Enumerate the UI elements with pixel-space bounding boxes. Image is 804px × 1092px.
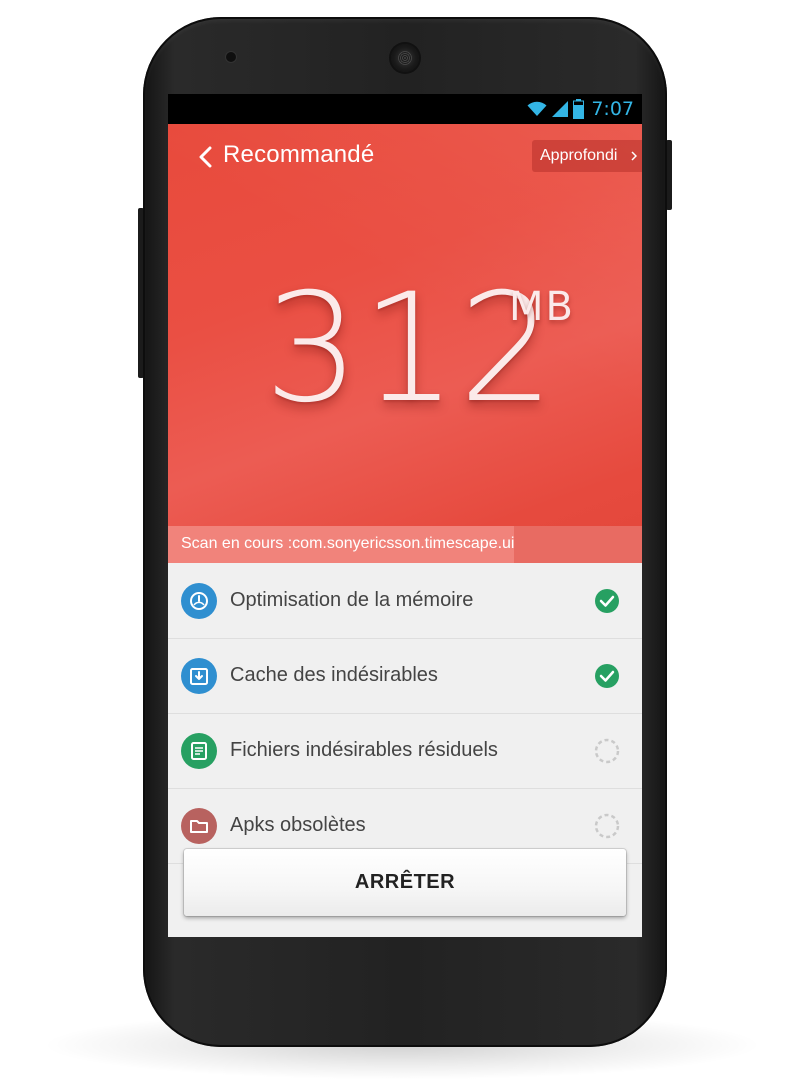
- list-item-memory[interactable]: Optimisation de la mémoire: [168, 563, 642, 639]
- scan-status-text: Scan en cours :com.sonyericsson.timescap…: [181, 535, 515, 552]
- status-bar: 7:07: [168, 94, 642, 124]
- list-item-cache[interactable]: Cache des indésirables: [168, 638, 642, 714]
- residual-files-icon: [181, 733, 217, 769]
- junk-size-display: 312 MB: [168, 274, 642, 424]
- check-icon: [595, 664, 619, 688]
- wifi-icon: [527, 101, 547, 116]
- list-item-label: Optimisation de la mémoire: [230, 589, 474, 611]
- earpiece-speaker: [391, 44, 419, 72]
- approfondi-label: Approfondi: [540, 147, 618, 164]
- scan-progress-bar: Scan en cours :com.sonyericsson.timescap…: [168, 526, 642, 563]
- list-item-label: Cache des indésirables: [230, 664, 438, 686]
- list-item-label: Apks obsolètes: [230, 814, 366, 836]
- approfondi-button[interactable]: Approfondi: [532, 140, 642, 172]
- app-header: Recommandé Approfondi: [168, 124, 642, 188]
- proximity-sensor: [226, 52, 236, 62]
- memory-gauge-icon: [181, 583, 217, 619]
- back-chevron-icon[interactable]: [196, 146, 216, 168]
- signal-icon: [552, 101, 569, 117]
- phone-screen: 7:07 Recommandé Approfondi 312 MB Scan e…: [168, 94, 642, 937]
- stop-button-label: ARRÊTER: [354, 871, 456, 893]
- scan-hero: Recommandé Approfondi 312 MB Scan en cou…: [168, 124, 642, 563]
- cache-download-icon: [181, 658, 217, 694]
- list-item-residual[interactable]: Fichiers indésirables résiduels: [168, 713, 642, 789]
- stop-button[interactable]: ARRÊTER: [184, 849, 626, 916]
- list-item-label: Fichiers indésirables résiduels: [230, 739, 498, 761]
- junk-size-unit: MB: [509, 284, 575, 330]
- folder-icon: [181, 808, 217, 844]
- page-title: Recommandé: [223, 141, 375, 168]
- battery-icon: [573, 99, 585, 119]
- loading-spinner-icon: [594, 738, 620, 764]
- loading-spinner-icon: [594, 813, 620, 839]
- chevron-right-icon: [631, 151, 637, 161]
- check-icon: [595, 589, 619, 613]
- status-time: 7:07: [591, 98, 634, 120]
